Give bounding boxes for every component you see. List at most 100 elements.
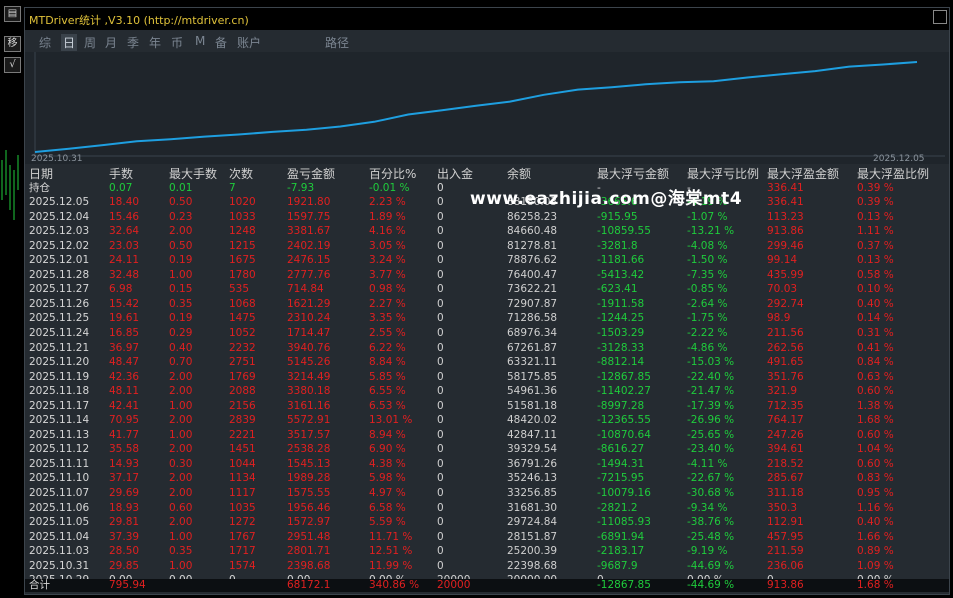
table-cell: 1989.28 (287, 472, 331, 485)
table-cell: 0.60 (169, 501, 193, 514)
table-cell: 1451 (229, 443, 256, 456)
table-cell: 336.41 (767, 182, 804, 194)
table-cell: 1.11 % (857, 225, 894, 238)
table-cell: 2025.12.03 (29, 225, 90, 238)
table-cell: -0.85 % (687, 283, 728, 296)
tab-5[interactable]: 年 (149, 34, 161, 51)
table-cell: 0.89 % (857, 545, 894, 558)
table-cell: 2025.11.28 (29, 268, 90, 281)
table-cell: 1475 (229, 312, 256, 325)
table-cell: 3161.16 (287, 399, 331, 412)
table-cell: 0 (437, 545, 444, 558)
table-cell: 1.38 % (857, 399, 894, 412)
table-cell: 68172.1 (287, 579, 331, 591)
tab-6[interactable]: 币 (171, 34, 183, 51)
table-row: 2025.11.13 41.77 1.00 2221 3517.57 8.94 % 0 428… (25, 429, 949, 442)
table-cell: -9.34 % (687, 501, 728, 514)
table-cell: -12867.85 (597, 579, 651, 591)
table-cell: 0 (437, 385, 444, 398)
table-cell: 0 (437, 428, 444, 441)
table-cell: -3281.8 (597, 239, 638, 252)
tab-0[interactable]: 综 (39, 34, 51, 51)
table-cell: 0 (437, 370, 444, 383)
table-cell: -4.11 % (687, 457, 728, 470)
balance-chart: 2025.10.31 2025.12.05 (25, 52, 949, 164)
table-cell: 2.00 (169, 516, 193, 529)
table-cell: 394.61 (767, 443, 804, 456)
window-title: MTDriver统计 ,V3.10 (http://mtdriver.cn) (29, 14, 249, 27)
table-cell: 321.9 (767, 385, 798, 398)
table-cell: 1921.80 (287, 196, 331, 208)
table-cell: -4.86 % (687, 341, 728, 354)
table-cell: 29.69 (109, 487, 140, 499)
table-row: 2025.11.24 16.85 0.29 1052 1714.47 2.55 % 0 689… (25, 327, 949, 340)
tab-8[interactable]: 备 (215, 34, 227, 51)
table-cell: -9.19 % (687, 545, 728, 558)
table-cell: 0 (437, 268, 444, 281)
table-cell: 2025.11.27 (29, 283, 90, 296)
table-cell: 1.00 (169, 428, 193, 441)
table-cell: -1503.29 (597, 326, 645, 339)
table-cell: -9687.9 (597, 559, 638, 572)
table-cell: -4.08 % (687, 239, 728, 252)
tab-4[interactable]: 季 (127, 34, 139, 51)
move-button[interactable]: 移 (4, 36, 21, 52)
table-cell: 1.16 % (857, 501, 894, 514)
table-cell: 35246.13 (507, 472, 558, 485)
table-cell: 2398.68 (287, 559, 331, 572)
table-cell: 6.53 % (369, 399, 406, 412)
tab-bar: 综日周月季年币 M 备账户 路径 (25, 32, 949, 51)
table-cell: 48420.02 (507, 414, 558, 427)
table-cell: -7.93 (287, 182, 315, 194)
table-cell: 0 (437, 399, 444, 412)
table-cell: 1.09 % (857, 559, 894, 572)
table-cell: 12.51 % (369, 545, 413, 558)
tab-7[interactable]: M (195, 34, 205, 48)
table-cell: 491.65 (767, 356, 804, 369)
table-cell: -623.41 (597, 283, 638, 296)
table-row: 2025.11.27 6.98 0.15 535 714.84 0.98 % 0 73622.… (25, 283, 949, 296)
table-cell: 340.86 % (369, 579, 420, 591)
tab-2[interactable]: 周 (84, 34, 96, 51)
table-cell: 2025.11.04 (29, 530, 90, 543)
table-cell: 6.55 % (369, 385, 406, 398)
table-cell: 0 (437, 414, 444, 427)
tab-10[interactable]: 路径 (325, 34, 349, 51)
table-cell: 2.00 (169, 487, 193, 499)
tab-1[interactable]: 日 (61, 34, 78, 51)
table-cell: 2025.10.31 (29, 559, 90, 572)
table-cell: 39329.54 (507, 443, 558, 456)
close-icon[interactable] (933, 10, 947, 24)
table-cell: 0 (437, 254, 444, 267)
window-icon[interactable]: ▤ (4, 6, 21, 22)
table-cell: 3.05 % (369, 239, 406, 252)
table-cell: -13.21 % (687, 225, 735, 238)
table-cell: 218.52 (767, 457, 804, 470)
table-cell: 2025.12.04 (29, 210, 90, 223)
table-cell: 18.40 (109, 196, 140, 208)
table-cell: 51581.18 (507, 399, 558, 412)
table-cell: 913.86 (767, 579, 804, 591)
table-cell: -6891.94 (597, 530, 645, 543)
tab-3[interactable]: 月 (105, 34, 117, 51)
table-cell: 3517.57 (287, 428, 331, 441)
table-cell: -44.69 % (687, 579, 735, 591)
table-row: 2025.11.14 70.95 2.00 2839 5572.91 13.01 % 0 48… (25, 414, 949, 427)
table-cell: 3214.49 (287, 370, 331, 383)
table-cell: 211.56 (767, 326, 804, 339)
table-cell: 6.90 % (369, 443, 406, 456)
table-cell: -23.40 % (687, 443, 735, 456)
table-cell: 2025.11.17 (29, 399, 90, 412)
confirm-button[interactable]: √ (4, 57, 21, 73)
table-cell: 1044 (229, 457, 256, 470)
table-cell: 0 (437, 312, 444, 325)
table-cell: 2025.11.21 (29, 341, 90, 354)
chart-start-date: 2025.10.31 (31, 154, 83, 164)
table-cell: 78876.62 (507, 254, 558, 267)
table-row: 2025.11.04 37.39 1.00 1767 2951.48 11.71 % 0 28… (25, 531, 949, 544)
table-cell: 0.41 % (857, 341, 894, 354)
table-cell: 0.37 % (857, 239, 894, 252)
table-cell: -1.75 % (687, 312, 728, 325)
table-cell: 0 (437, 182, 444, 194)
tab-9[interactable]: 账户 (237, 34, 261, 51)
